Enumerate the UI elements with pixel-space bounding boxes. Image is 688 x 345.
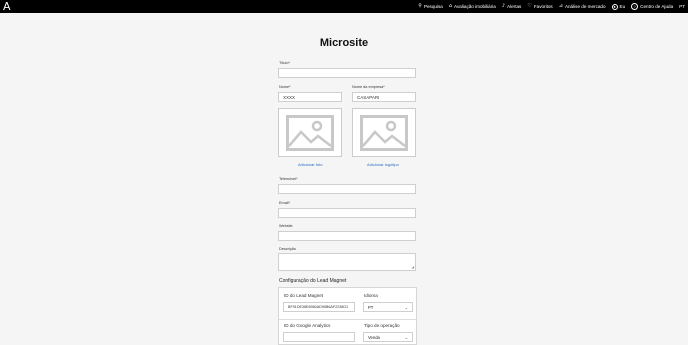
telemovel-label: Telemóvel* xyxy=(279,177,298,181)
user-icon: ● xyxy=(611,3,618,10)
brand-logo[interactable]: A xyxy=(3,0,13,13)
image-placeholder-icon xyxy=(360,114,408,151)
tipo-operacao-value: Venda xyxy=(368,335,380,340)
logo-placeholder[interactable] xyxy=(352,108,416,157)
chevron-down-icon: ⌄ xyxy=(404,305,408,310)
chevron-down-icon: ⌄ xyxy=(404,335,408,340)
email-label: Email* xyxy=(279,201,290,205)
titulo-input[interactable] xyxy=(278,68,416,78)
nav-item-label: Favoritos xyxy=(533,4,553,9)
photo-placeholder[interactable] xyxy=(278,108,342,157)
descricao-textarea[interactable]: ◢ xyxy=(278,253,416,271)
idioma-value: PT xyxy=(368,305,374,310)
lead-magnet-id-label: ID do Lead Magnet xyxy=(284,293,324,298)
page-title: Microsite xyxy=(319,37,369,49)
telemovel-input[interactable] xyxy=(278,184,416,194)
google-analytics-label: ID do Google Analytics xyxy=(284,323,331,328)
language-label: PT xyxy=(679,4,685,9)
heart-icon: ♡ xyxy=(527,3,532,9)
google-analytics-input[interactable] xyxy=(283,332,355,342)
nav-item-label: Centro de Ajuda xyxy=(640,4,674,9)
empresa-input[interactable]: CASAPARI xyxy=(352,92,416,102)
add-photo-link[interactable]: Adicionar foto xyxy=(298,162,322,167)
nav-item-label: Pesquisa xyxy=(423,4,443,9)
image-placeholder-icon xyxy=(286,114,334,151)
lead-magnet-id-input[interactable]: BF91DE36E6960AD90B6AF2236D1 xyxy=(283,302,355,312)
nav-item-analise[interactable]: ⊿ Análise de mercado xyxy=(558,3,606,10)
descricao-label: Descrição xyxy=(279,247,296,251)
tipo-operacao-select[interactable]: Venda ⌄ xyxy=(363,332,413,342)
idioma-label: Idioma xyxy=(364,293,378,298)
language-switch[interactable]: PT xyxy=(679,4,685,9)
nav-item-label: Alertas xyxy=(507,4,522,9)
titulo-label: Título* xyxy=(279,61,290,65)
email-input[interactable] xyxy=(278,208,416,218)
empresa-label: Nome da empresa* xyxy=(352,85,385,89)
chart-icon: ⊿ xyxy=(558,3,563,9)
nav-item-avaliacao[interactable]: ⌂ Avaliação imobiliária xyxy=(448,3,496,10)
nome-input[interactable]: XXXX xyxy=(278,92,342,102)
nav-item-pesquisa[interactable]: ⚲ Pesquisa xyxy=(418,3,443,10)
tipo-operacao-label: Tipo de operação xyxy=(364,323,400,328)
valuation-icon: ⌂ xyxy=(448,3,453,9)
idioma-select[interactable]: PT ⌄ xyxy=(363,302,413,312)
lead-magnet-panel: ID do Lead Magnet BF91DE36E6960AD90B6AF2… xyxy=(278,287,417,345)
nav-item-label: Avaliação imobiliária xyxy=(454,4,496,9)
nav-item-alertas[interactable]: ♪ Alertas xyxy=(501,3,522,10)
add-logo-link[interactable]: Adicionar logótipo xyxy=(367,162,399,167)
main-nav: ⚲ Pesquisa ⌂ Avaliação imobiliária ♪ Ale… xyxy=(418,0,685,13)
website-label: Website xyxy=(279,224,293,228)
bell-icon: ♪ xyxy=(501,3,506,9)
nav-item-eu[interactable]: ● Eu xyxy=(611,3,626,10)
nome-label: Nome* xyxy=(279,85,291,89)
search-icon: ⚲ xyxy=(418,3,422,9)
top-navigation-bar: A ⚲ Pesquisa ⌂ Avaliação imobiliária ♪ A… xyxy=(0,0,688,13)
help-icon: ? xyxy=(631,3,639,10)
lead-magnet-section-title: Configuração do Lead Magnet xyxy=(279,278,347,284)
nav-item-label: Análise de mercado xyxy=(564,4,606,9)
nav-item-label: Eu xyxy=(619,4,626,9)
nav-item-ajuda[interactable]: ? Centro de Ajuda xyxy=(631,3,673,10)
website-input[interactable] xyxy=(278,231,416,241)
panel-divider xyxy=(279,319,417,320)
resize-handle-icon[interactable]: ◢ xyxy=(412,266,414,269)
nav-item-favoritos[interactable]: ♡ Favoritos xyxy=(527,3,553,10)
